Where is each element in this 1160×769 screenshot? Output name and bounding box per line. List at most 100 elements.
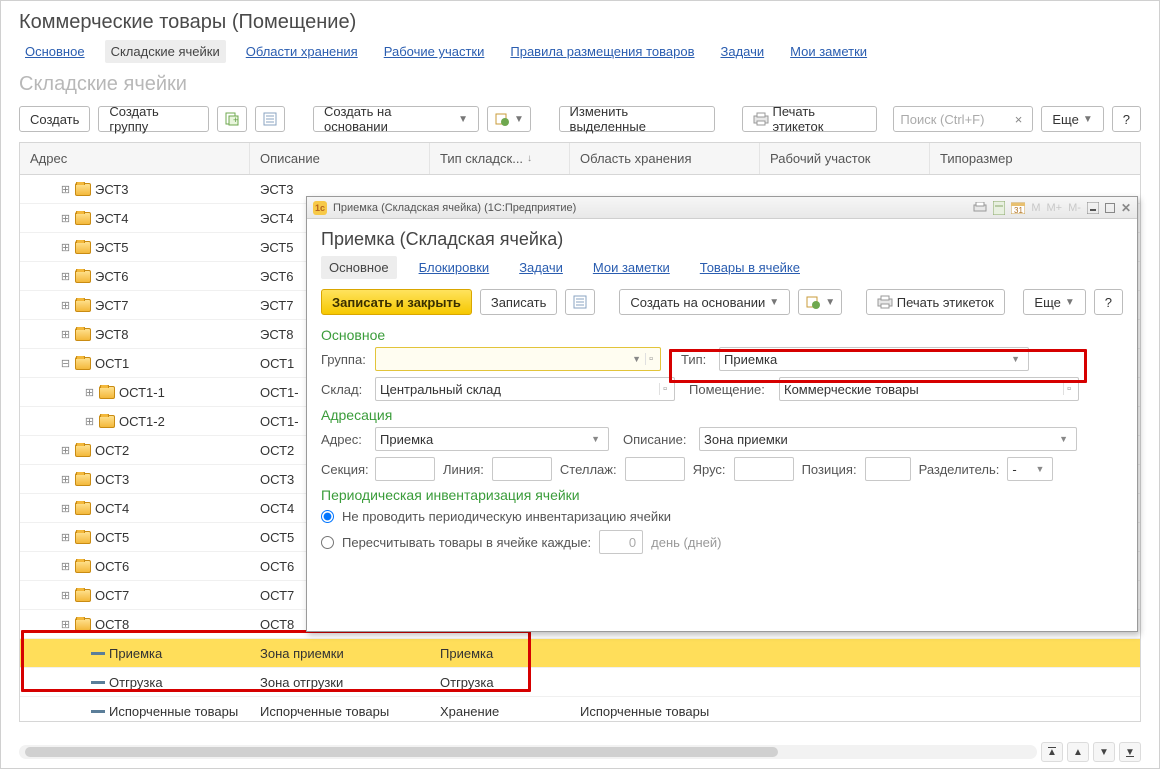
dlg-create-based-button[interactable]: Создать на основании▼ — [619, 289, 790, 315]
expand-icon[interactable]: ⊞ — [60, 503, 71, 514]
dlg-tab-locks[interactable]: Блокировки — [411, 256, 498, 279]
dialog-titlebar[interactable]: 1c Приемка (Складская ячейка) (1С:Предпр… — [307, 197, 1137, 219]
dropdown-icon[interactable]: ▼ — [587, 434, 604, 444]
col-size[interactable]: Типоразмер — [930, 143, 1140, 174]
tab-rules[interactable]: Правила размещения товаров — [504, 40, 700, 63]
col-area[interactable]: Область хранения — [570, 143, 760, 174]
dropdown-icon[interactable]: ▼ — [1055, 434, 1072, 444]
app-logo-icon: 1c — [313, 201, 327, 215]
table-row[interactable]: Испорченные товарыИспорченные товарыХран… — [20, 697, 1140, 722]
tab-workareas[interactable]: Рабочие участки — [378, 40, 491, 63]
help-button[interactable]: ? — [1112, 106, 1141, 132]
dlg-tab-notes[interactable]: Мои заметки — [585, 256, 678, 279]
open-icon[interactable]: ▫ — [645, 353, 656, 365]
minimize-icon[interactable] — [1087, 202, 1099, 214]
expand-icon[interactable]: ⊞ — [60, 532, 71, 543]
expand-icon[interactable]: ⊞ — [84, 387, 95, 398]
expand-icon[interactable]: ⊞ — [60, 184, 71, 195]
print-icon[interactable] — [973, 202, 987, 214]
table-row[interactable]: ПриемкаЗона приемкиПриемка — [20, 639, 1140, 668]
dropdown-icon[interactable]: ▼ — [1031, 464, 1048, 474]
col-addr[interactable]: Адрес — [20, 143, 250, 174]
tab-areas[interactable]: Области хранения — [240, 40, 364, 63]
tab-notes[interactable]: Мои заметки — [784, 40, 873, 63]
create-based-button[interactable]: Создать на основании▼ — [313, 106, 479, 132]
calendar-icon[interactable]: 31 — [1011, 201, 1025, 214]
dlg-tab-goods[interactable]: Товары в ячейке — [692, 256, 808, 279]
dlg-print-labels-button[interactable]: Печать этикеток — [866, 289, 1005, 315]
horizontal-scrollbar[interactable] — [19, 745, 1037, 759]
expand-icon[interactable]: ⊞ — [60, 213, 71, 224]
expand-icon[interactable]: ⊞ — [60, 445, 71, 456]
write-close-button[interactable]: Записать и закрыть — [321, 289, 472, 315]
write-button[interactable]: Записать — [480, 289, 558, 315]
col-type[interactable]: Тип складск... ↓ — [430, 143, 570, 174]
create-group-button[interactable]: Создать группу — [98, 106, 209, 132]
group-field[interactable]: ▼ ▫ — [375, 347, 661, 371]
calc-icon[interactable] — [993, 201, 1005, 215]
scroll-top-icon[interactable]: ▲ — [1041, 742, 1063, 762]
dlg-list-button[interactable] — [565, 289, 595, 315]
copy-button[interactable]: + — [217, 106, 247, 132]
m-plus-icon[interactable]: M+ — [1047, 202, 1063, 214]
rack-field[interactable] — [625, 457, 685, 481]
tab-cells[interactable]: Складские ячейки — [105, 40, 226, 63]
more-button[interactable]: Еще▼ — [1041, 106, 1103, 132]
expand-icon[interactable]: ⊞ — [60, 561, 71, 572]
expand-icon[interactable]: ⊞ — [84, 416, 95, 427]
expand-icon[interactable]: ⊞ — [60, 590, 71, 601]
separator-field[interactable]: - ▼ — [1007, 457, 1053, 481]
folder-icon — [75, 531, 91, 544]
section-field[interactable] — [375, 457, 435, 481]
folder-icon — [75, 241, 91, 254]
list-button[interactable] — [255, 106, 285, 132]
tab-tasks[interactable]: Задачи — [714, 40, 770, 63]
radio-recount[interactable] — [321, 536, 334, 549]
dlg-tab-main[interactable]: Основное — [321, 256, 397, 279]
collapse-icon[interactable]: ⊟ — [60, 358, 71, 369]
dlg-tab-tasks[interactable]: Задачи — [511, 256, 571, 279]
expand-icon[interactable]: ⊞ — [60, 271, 71, 282]
clear-search-icon[interactable]: × — [1011, 112, 1027, 127]
line-field[interactable] — [492, 457, 552, 481]
attach-button[interactable]: ▼ — [487, 106, 531, 132]
open-icon[interactable]: ▫ — [1063, 383, 1074, 395]
type-field[interactable]: Приемка ▼ — [719, 347, 1029, 371]
dlg-help-button[interactable]: ? — [1094, 289, 1123, 315]
col-work[interactable]: Рабочий участок — [760, 143, 930, 174]
expand-icon[interactable]: ⊞ — [60, 619, 71, 630]
create-button[interactable]: Создать — [19, 106, 90, 132]
search-input[interactable]: Поиск (Ctrl+F) × — [893, 106, 1033, 132]
radio-no-inv[interactable] — [321, 510, 334, 523]
tab-main[interactable]: Основное — [19, 40, 91, 63]
expand-icon[interactable]: ⊞ — [60, 242, 71, 253]
dropdown-icon[interactable]: ▼ — [628, 354, 645, 364]
recount-days-field[interactable]: 0 — [599, 530, 643, 554]
m-minus-icon[interactable]: M- — [1068, 202, 1081, 214]
label-group: Группа: — [321, 352, 367, 367]
scroll-bottom-icon[interactable]: ▼ — [1119, 742, 1141, 762]
m-icon[interactable]: M — [1031, 202, 1040, 214]
expand-icon[interactable]: ⊞ — [60, 474, 71, 485]
warehouse-field[interactable]: Центральный склад ▫ — [375, 377, 675, 401]
maximize-icon[interactable] — [1105, 203, 1115, 213]
col-desc[interactable]: Описание — [250, 143, 430, 174]
desc-field[interactable]: Зона приемки ▼ — [699, 427, 1077, 451]
dlg-more-button[interactable]: Еще▼ — [1023, 289, 1085, 315]
expand-icon[interactable]: ⊞ — [60, 300, 71, 311]
expand-icon[interactable]: ⊞ — [60, 329, 71, 340]
tier-field[interactable] — [734, 457, 794, 481]
dropdown-icon[interactable]: ▼ — [1007, 354, 1024, 364]
position-field[interactable] — [865, 457, 911, 481]
room-field[interactable]: Коммерческие товары ▫ — [779, 377, 1079, 401]
change-selected-button[interactable]: Изменить выделенные — [559, 106, 715, 132]
close-icon[interactable]: ✕ — [1121, 201, 1131, 215]
table-row[interactable]: ОтгрузкаЗона отгрузкиОтгрузка — [20, 668, 1140, 697]
addr-field[interactable]: Приемка ▼ — [375, 427, 609, 451]
scroll-down-icon[interactable]: ▼ — [1093, 742, 1115, 762]
scroll-up-icon[interactable]: ▲ — [1067, 742, 1089, 762]
open-icon[interactable]: ▫ — [659, 383, 670, 395]
dlg-attach-button[interactable]: ▼ — [798, 289, 842, 315]
print-labels-button[interactable]: Печать этикеток — [742, 106, 877, 132]
radio-recount-label: Пересчитывать товары в ячейке каждые: — [342, 535, 591, 550]
